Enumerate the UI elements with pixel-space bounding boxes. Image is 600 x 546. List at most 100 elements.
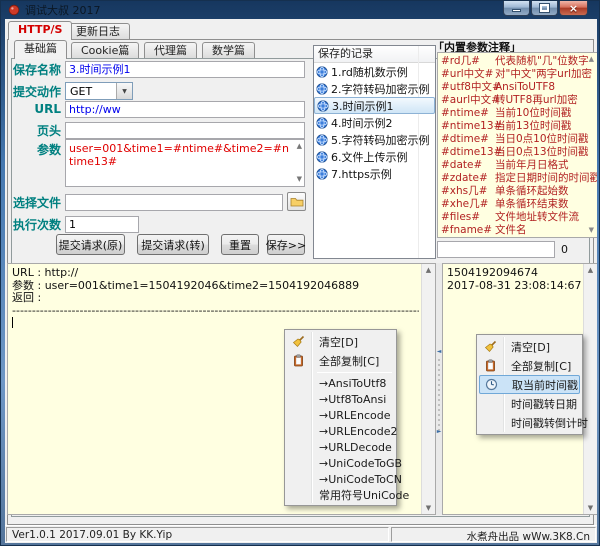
record-item[interactable]: 5.字符转码加密示例	[314, 131, 435, 148]
menu-item-label: →URLEncode2	[319, 425, 398, 438]
record-label: 2.字符转码加密示例	[331, 81, 430, 97]
note-line: #xhs几#单条循环起始数	[441, 185, 585, 198]
menu-item[interactable]: 常用符号UniCode	[287, 487, 394, 503]
saved-records-list[interactable]: 保存的记录 1.rd随机数示例2.字符转码加密示例3.时间示例14.时间示例25…	[313, 45, 436, 259]
submit-conv-button[interactable]: 提交请求(转)	[137, 234, 209, 255]
minimize-icon	[512, 9, 521, 12]
menu-item[interactable]: →URLEncode2	[287, 423, 394, 439]
note-key: #xhe几#	[441, 198, 495, 211]
menu-item[interactable]: →UniCodeToGB	[287, 455, 394, 471]
note-desc: 指定日期时间的时间戳	[495, 172, 597, 184]
output-line: 2017-08-31 23:08:14:674	[447, 280, 581, 293]
status-version: Ver1.0.1 2017.09.01 By KK.Yip	[6, 527, 389, 542]
file-label: 选择文件	[11, 194, 61, 211]
submit-raw-button[interactable]: 提交请求(原)	[56, 234, 125, 255]
notes-test-input[interactable]	[437, 241, 555, 258]
globe-icon	[316, 117, 328, 129]
note-desc: 当日0点13位时间戳	[495, 146, 589, 158]
save-button[interactable]: 保存>>	[267, 234, 305, 255]
note-line: #fname#文件名	[441, 224, 585, 237]
menu-item[interactable]: 清空[D]	[479, 337, 580, 356]
note-line: #dtime#当日0点10位时间戳	[441, 133, 585, 146]
record-item[interactable]: 3.时间示例1	[314, 97, 435, 114]
scroll-down-icon[interactable]: ▼	[422, 504, 435, 512]
clock-icon	[485, 378, 499, 392]
params-textarea[interactable]: user=001&time1=#ntime#&time2=#ntime13# ▲…	[65, 139, 305, 187]
globe-icon	[316, 66, 328, 78]
save-name-input[interactable]	[65, 61, 305, 78]
record-item[interactable]: 6.文件上传示例	[314, 148, 435, 165]
count-label: 执行次数	[11, 216, 61, 233]
vertical-scrollbar[interactable]: ▲ ▼	[421, 264, 435, 514]
note-line: #files#文件地址转文件流	[441, 211, 585, 224]
vertical-scrollbar[interactable]: ▲ ▼	[583, 264, 597, 514]
params-label: 参数	[11, 141, 61, 158]
scroll-down-icon[interactable]: ▼	[589, 227, 594, 234]
menu-item[interactable]: →URLDecode	[287, 439, 394, 455]
reset-button[interactable]: 重置	[221, 234, 259, 255]
note-line: #ntime#当前10位时间戳	[441, 107, 585, 120]
tab-update-log[interactable]: 更新日志	[66, 23, 130, 40]
window-title: 调试大叔 2017	[25, 2, 101, 18]
record-item[interactable]: 1.rd随机数示例	[314, 63, 435, 80]
menu-item[interactable]: 时间戳转日期	[479, 394, 580, 413]
menu-item[interactable]: 全部复制[C]	[287, 351, 394, 370]
record-item[interactable]: 7.https示例	[314, 165, 435, 182]
scroll-up-icon[interactable]: ▲	[297, 143, 302, 150]
globe-icon	[317, 100, 329, 112]
header-label: 页头	[11, 122, 61, 139]
method-value: GET	[70, 85, 92, 98]
menu-item[interactable]: 清空[D]	[287, 332, 394, 351]
count-input[interactable]	[65, 216, 139, 233]
record-item[interactable]: 4.时间示例2	[314, 114, 435, 131]
scroll-up-icon[interactable]: ▲	[589, 56, 594, 63]
menu-item[interactable]: →Utf8ToAnsi	[287, 391, 394, 407]
menu-item-label: →UniCodeToCN	[319, 473, 402, 486]
record-label: 6.文件上传示例	[331, 149, 408, 165]
record-label: 7.https示例	[331, 166, 392, 182]
method-select[interactable]: GET ▼	[65, 82, 133, 100]
clipboard-icon	[292, 354, 306, 368]
note-key: #date#	[441, 159, 495, 172]
notes-memo[interactable]: #rd几#代表随机"几"位数字#url中文#对"中文"两字url加密#utf8中…	[437, 52, 597, 238]
menu-item[interactable]: 取当前时间戳	[479, 375, 580, 394]
note-line: #zdate#指定日期时间的时间戳	[441, 172, 585, 185]
menu-item[interactable]: →UniCodeToCN	[287, 471, 394, 487]
chevron-down-icon[interactable]: ▼	[116, 83, 132, 99]
url-input[interactable]	[65, 101, 305, 118]
globe-icon	[316, 83, 328, 95]
close-button[interactable]: ×	[559, 1, 588, 16]
record-item[interactable]: 2.字符转码加密示例	[314, 80, 435, 97]
records-column-header[interactable]: 保存的记录	[314, 46, 435, 63]
maximize-button[interactable]	[531, 1, 558, 16]
tab-math[interactable]: 数学篇	[202, 42, 255, 58]
scroll-up-icon[interactable]: ▲	[422, 266, 435, 274]
menu-item-label: 全部复制[C]	[511, 358, 571, 374]
scroll-down-icon[interactable]: ▼	[297, 176, 302, 183]
scroll-down-icon[interactable]: ▼	[584, 504, 597, 512]
tab-https[interactable]: HTTP/S	[8, 21, 72, 40]
menu-item[interactable]: →AnsiToUtf8	[287, 375, 394, 391]
url-label: URL	[11, 102, 61, 116]
scroll-up-icon[interactable]: ▲	[584, 266, 597, 274]
note-key: #zdate#	[441, 172, 495, 185]
note-key: #dtime#	[441, 133, 495, 146]
output-line: 1504192094674	[447, 267, 581, 280]
menu-item[interactable]: →URLEncode	[287, 407, 394, 423]
browse-file-button[interactable]	[287, 192, 306, 211]
note-key: #utf8中文#	[441, 81, 495, 94]
note-desc: AnsiToUTF8	[495, 81, 555, 93]
titlebar[interactable]: 调试大叔 2017 ×	[1, 1, 599, 19]
file-input[interactable]	[65, 194, 283, 211]
note-key: #xhs几#	[441, 185, 495, 198]
tab-proxy[interactable]: 代理篇	[144, 42, 197, 58]
tab-cookie[interactable]: Cookie篇	[71, 42, 139, 58]
header-input[interactable]	[65, 122, 305, 139]
menu-item[interactable]: 全部复制[C]	[479, 356, 580, 375]
output-line: ----------------------------------------…	[12, 305, 419, 318]
note-line: #xhe几#单条循环结束数	[441, 198, 585, 211]
tab-basic[interactable]: 基础篇	[14, 40, 67, 59]
menu-item[interactable]: 时间戳转倒计时	[479, 413, 580, 432]
minimize-button[interactable]	[503, 1, 530, 16]
note-key: #dtime13#	[441, 146, 495, 159]
